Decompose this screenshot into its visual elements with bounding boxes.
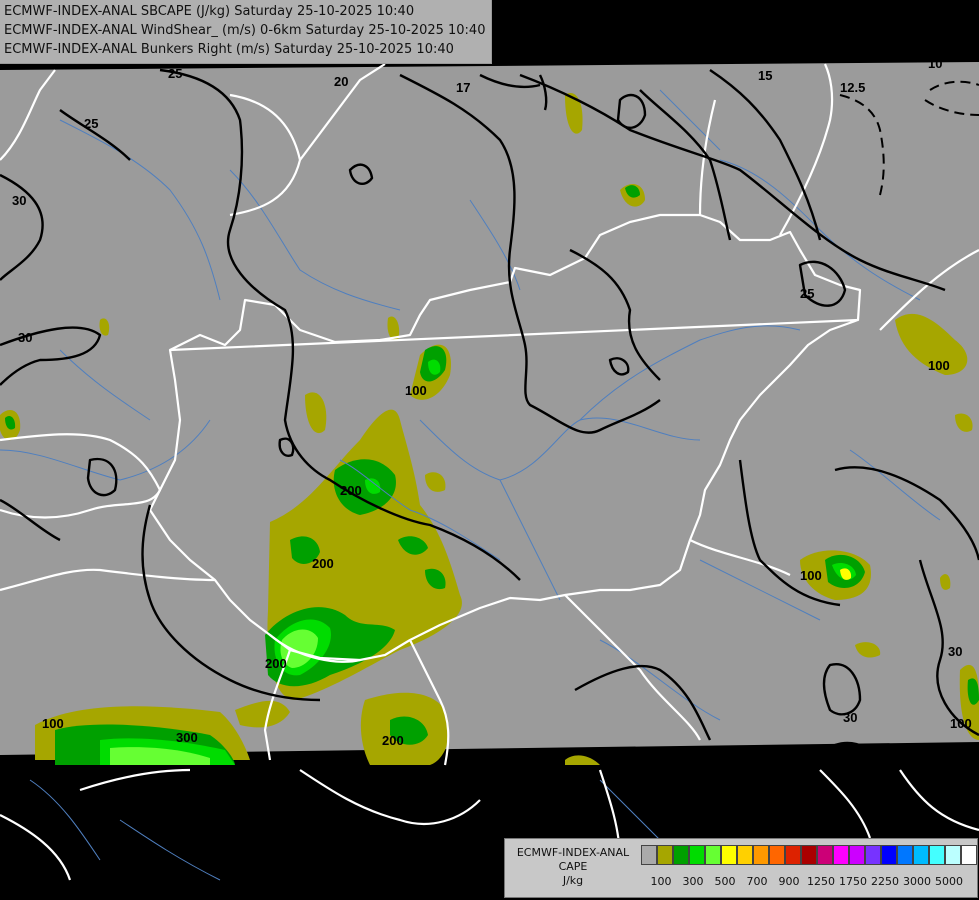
legend-swatch [769,845,785,865]
cape-legend: ECMWF-INDEX-ANAL CAPE J/kg 100 300 500 700 9… [504,838,978,898]
legend-swatch [657,845,673,865]
contour-label: 100 [800,568,822,583]
weather-map: 25 20 17 15 12.5 10 30 25 30 25 100 200 … [0,0,979,900]
legend-swatch [961,845,977,865]
legend-swatch [641,845,657,865]
legend-tick: 700 [746,875,768,888]
legend-unit: J/kg [562,874,584,887]
legend-swatch [945,845,961,865]
contour-label: 300 [176,730,198,745]
legend-variable: CAPE [558,860,588,873]
header-line-sbcape: ECMWF-INDEX-ANAL SBCAPE (J/kg) Saturday … [4,4,415,19]
contour-label: 100 [950,716,972,731]
legend-swatch [929,845,945,865]
legend-swatch [673,845,689,865]
contour-label: 17 [456,80,470,95]
legend-swatch [817,845,833,865]
legend-swatch [849,845,865,865]
contour-label: 20 [334,74,348,89]
contour-label: 200 [265,656,287,671]
legend-title: ECMWF-INDEX-ANAL CAPE J/kg [509,846,637,888]
contour-label: 12.5 [840,80,865,95]
legend-source: ECMWF-INDEX-ANAL [516,846,630,859]
header-line-bunkers: ECMWF-INDEX-ANAL Bunkers Right (m/s) Sat… [4,42,454,57]
legend-swatch [801,845,817,865]
legend-swatch [865,845,881,865]
legend-tick: 1250 [807,875,835,888]
contour-label: 30 [843,710,857,725]
contour-label: 100 [42,716,64,731]
legend-swatch [721,845,737,865]
contour-label: 10 [928,56,942,71]
legend-swatch [833,845,849,865]
legend-swatch [753,845,769,865]
contour-label: 200 [312,556,334,571]
contour-label: 100 [405,383,427,398]
legend-tick: 2250 [871,875,899,888]
contour-label: 25 [168,66,182,81]
legend-tick: 300 [682,875,704,888]
contour-label: 30 [948,644,962,659]
legend-swatch [705,845,721,865]
legend-ticks: 100 300 500 700 900 1250 1750 2250 3000 5000 [641,875,971,891]
legend-tick: 900 [778,875,800,888]
contour-label: 200 [382,733,404,748]
contour-label: 30 [12,193,26,208]
legend-tick: 100 [650,875,672,888]
map-domain [0,62,979,755]
contour-label: 15 [758,68,772,83]
contour-label: 25 [84,116,98,131]
legend-swatch [785,845,801,865]
legend-swatch [737,845,753,865]
legend-tick: 5000 [935,875,963,888]
contour-label: 100 [928,358,950,373]
contour-label: 25 [800,286,814,301]
legend-swatch [897,845,913,865]
legend-tick: 500 [714,875,736,888]
contour-label: 30 [18,330,32,345]
legend-tick: 3000 [903,875,931,888]
legend-tick: 1750 [839,875,867,888]
legend-swatch [913,845,929,865]
legend-swatches [641,845,977,865]
header-line-windshear: ECMWF-INDEX-ANAL WindShear_ (m/s) 0-6km … [4,23,486,38]
map-header: ECMWF-INDEX-ANAL SBCAPE (J/kg) Saturday … [0,0,493,64]
contour-label: 200 [340,483,362,498]
legend-swatch [881,845,897,865]
legend-swatch [689,845,705,865]
